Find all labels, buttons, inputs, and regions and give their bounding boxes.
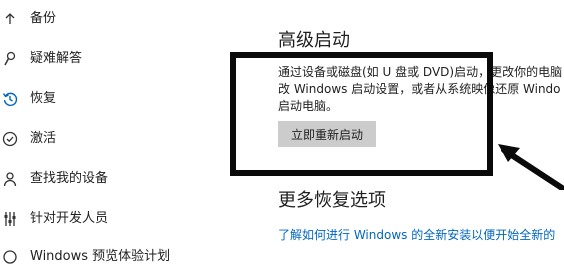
recovery-history-icon	[2, 90, 18, 108]
advanced-startup-description-line-2: 改 Windows 启动设置，或者从系统映像还原 Windo	[278, 82, 561, 96]
restart-now-button[interactable]: 立即重新启动	[278, 121, 376, 147]
activation-check-icon	[2, 130, 18, 148]
sidebar-item-for-developers[interactable]: 针对开发人员	[0, 206, 220, 232]
wrench-icon	[2, 50, 18, 68]
developer-sliders-icon	[2, 210, 18, 228]
advanced-startup-description-line-1: 通过设备或磁盘(如 U 盘或 DVD)启动，更改你的电脑	[278, 65, 563, 79]
sidebar-item-windows-insider[interactable]: Windows 预览体验计划	[0, 244, 220, 270]
sidebar-item-troubleshoot[interactable]: 疑难解答	[0, 46, 220, 72]
sidebar-item-label: 备份	[30, 11, 57, 26]
recovery-content: 高级启动 通过设备或磁盘(如 U 盘或 DVD)启动，更改你的电脑 改 Wind…	[230, 0, 564, 256]
sidebar-item-label: 恢复	[30, 91, 57, 106]
person-location-icon	[2, 170, 18, 188]
backup-icon	[2, 10, 18, 28]
windows-insider-icon	[2, 248, 18, 266]
advanced-startup-description-line-3: 启动电脑。	[278, 99, 339, 113]
sidebar-item-backup[interactable]: 备份	[0, 6, 220, 32]
clean-install-link[interactable]: 了解如何进行 Windows 的全新安装以便开始全新的	[278, 226, 555, 243]
sidebar-item-label: 针对开发人员	[30, 211, 109, 226]
more-recovery-options-title: 更多恢复选项	[278, 190, 386, 211]
sidebar-item-label: 激活	[30, 131, 57, 146]
sidebar-item-recovery[interactable]: 恢复	[0, 86, 220, 112]
sidebar-item-label: Windows 预览体验计划	[30, 249, 171, 264]
sidebar-item-activation[interactable]: 激活	[0, 126, 220, 152]
settings-sidebar: 备份 疑难解答 恢复 激活 查找我的设备 针对开发人员 Windows 预览体验…	[0, 0, 230, 264]
sidebar-item-label: 疑难解答	[30, 51, 83, 66]
sidebar-item-label: 查找我的设备	[30, 171, 109, 186]
advanced-startup-title: 高级启动	[278, 30, 350, 51]
sidebar-item-find-my-device[interactable]: 查找我的设备	[0, 166, 220, 192]
